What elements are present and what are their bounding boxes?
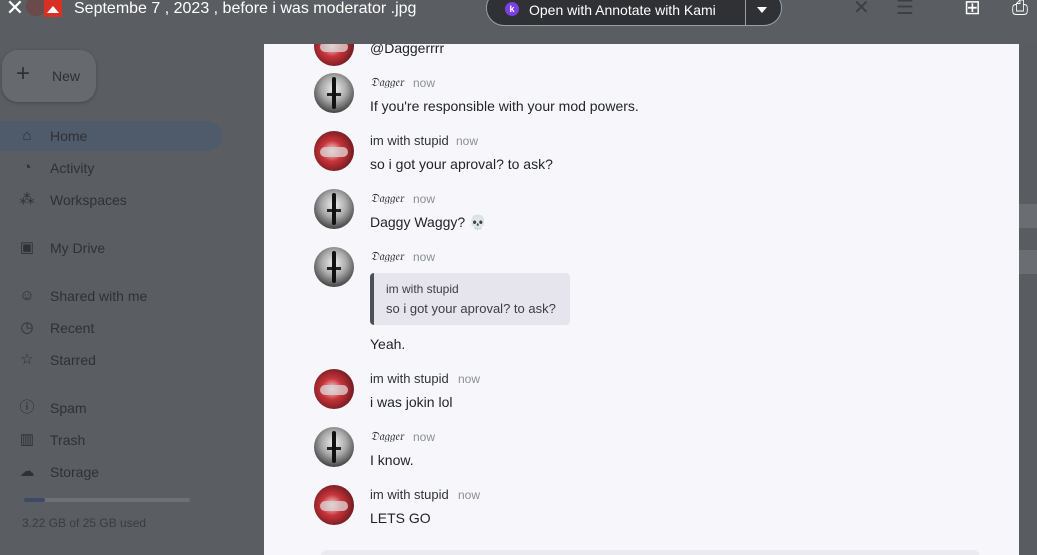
message-text: so i got your aproval? to ask? <box>370 156 553 172</box>
message-input-edge <box>320 550 980 555</box>
clock-icon: ◷ <box>20 319 34 336</box>
drive-icon: ▣ <box>19 239 35 256</box>
sidebar-item-starred[interactable]: ☆ Starred <box>0 345 222 375</box>
chat-image: @Daggerrrr 𝔇𝔞𝔤𝔤𝔢𝔯 now If you're responsi… <box>264 44 1019 555</box>
avatar <box>314 427 354 467</box>
avatar <box>314 73 354 113</box>
message-text: i was jokin lol <box>370 394 453 410</box>
quote-text: so i got your aproval? to ask? <box>386 301 556 316</box>
avatar <box>314 44 354 66</box>
open-with-button[interactable]: k Open with Annotate with Kami <box>486 0 782 26</box>
avatar <box>314 247 354 287</box>
viewer-topbar: ✕ Septembe 7 , 2023 , before i was moder… <box>0 0 1037 26</box>
spam-icon: ⓘ <box>19 399 35 416</box>
sidebar-item-home[interactable]: ⌂ Home <box>0 121 222 151</box>
message-text: I know. <box>370 452 414 468</box>
message-username: im with stupid <box>370 133 449 148</box>
file-title: Septembe 7 , 2023 , before i was moderat… <box>74 0 417 17</box>
message-timestamp: now <box>458 488 481 502</box>
message-username: 𝔇𝔞𝔤𝔤𝔢𝔯 <box>370 249 404 263</box>
sidebar-item-my-drive[interactable]: ▣ My Drive <box>0 233 222 263</box>
sidebar-item-label: Storage <box>50 464 100 480</box>
sidebar-item-label: Spam <box>50 400 87 416</box>
close-icon[interactable]: ✕ <box>4 0 26 20</box>
storage-usage-text: 3.22 GB of 25 GB used <box>22 516 147 530</box>
message-text: @Daggerrrr <box>370 44 445 56</box>
avatar <box>314 369 354 409</box>
avatar <box>314 485 354 525</box>
quote-bar <box>370 273 374 325</box>
chevron-down-icon[interactable] <box>757 7 767 13</box>
drive-list-row-edge <box>1019 204 1037 228</box>
message-username: im with stupid <box>370 371 449 386</box>
cloud-icon: ☁ <box>19 463 35 480</box>
message-timestamp: now <box>413 250 436 264</box>
storage-progress-bar <box>24 498 190 502</box>
avatar <box>26 0 46 16</box>
workspaces-icon: ⁂ <box>19 191 35 208</box>
star-icon: ☆ <box>20 351 34 368</box>
sidebar-item-label: Activity <box>50 160 95 176</box>
drive-list-row-edge <box>1019 250 1037 274</box>
storage-progress-fill <box>24 498 46 502</box>
open-with-label: Open with Annotate with Kami <box>529 2 716 18</box>
sidebar-item-storage[interactable]: ☁ Storage <box>0 457 222 487</box>
print-icon[interactable]: ⎙ <box>1012 0 1028 18</box>
message-username: 𝔇𝔞𝔤𝔤𝔢𝔯 <box>370 429 404 443</box>
sidebar-item-activity[interactable]: ◔ Activity <box>0 153 222 183</box>
message-text: If you're responsible with your mod powe… <box>370 98 639 114</box>
new-button[interactable]: + New <box>2 50 96 102</box>
message-username: 𝔇𝔞𝔤𝔤𝔢𝔯 <box>370 75 404 89</box>
message-username: 𝔇𝔞𝔤𝔤𝔢𝔯 <box>370 191 404 205</box>
image-file-icon <box>44 0 62 17</box>
message-timestamp: now <box>413 430 436 444</box>
avatar <box>314 189 354 229</box>
trash-icon: ▥ <box>19 431 35 448</box>
sidebar-item-workspaces[interactable]: ⁂ Workspaces <box>0 185 222 215</box>
sidebar-item-label: Shared with me <box>50 288 148 304</box>
message-text: Yeah. <box>370 336 406 352</box>
drive-list-edge <box>1019 44 1037 555</box>
message-timestamp: now <box>456 134 479 148</box>
bell-icon: ◔ <box>22 159 32 176</box>
message-timestamp: now <box>413 192 436 206</box>
sidebar-item-spam[interactable]: ⓘ Spam <box>0 393 222 423</box>
reply-quote: im with stupid so i got your aproval? to… <box>370 273 570 325</box>
sidebar-item-recent[interactable]: ◷ Recent <box>0 313 222 343</box>
add-comment-icon[interactable]: ⊞ <box>964 0 981 18</box>
message-timestamp: now <box>458 372 481 386</box>
new-button-label: New <box>52 68 81 84</box>
sidebar-item-label: Trash <box>50 432 86 448</box>
kami-icon: k <box>505 2 519 16</box>
sidebar-item-shared[interactable]: ☺ Shared with me <box>0 281 222 311</box>
people-icon: ☺ <box>19 287 35 304</box>
sidebar-item-label: Home <box>50 128 88 144</box>
message-text: Daggy Waggy? 💀 <box>370 214 487 230</box>
message-text: LETS GO <box>370 510 431 526</box>
sidebar-item-trash[interactable]: ▥ Trash <box>0 425 222 455</box>
message-timestamp: now <box>413 76 436 90</box>
avatar <box>314 131 354 171</box>
sidebar-item-label: Workspaces <box>50 192 127 208</box>
plus-icon: + <box>16 60 31 87</box>
sidebar-item-label: Recent <box>50 320 95 336</box>
sidebar-item-label: Starred <box>50 352 96 368</box>
tune-icon[interactable]: ☰ <box>896 0 914 18</box>
quote-username: im with stupid <box>386 282 459 296</box>
divider <box>745 0 746 25</box>
sidebar-item-label: My Drive <box>50 240 106 256</box>
close-search-icon[interactable]: ✕ <box>853 0 870 18</box>
home-icon: ⌂ <box>22 127 32 144</box>
message-username: im with stupid <box>370 487 449 502</box>
